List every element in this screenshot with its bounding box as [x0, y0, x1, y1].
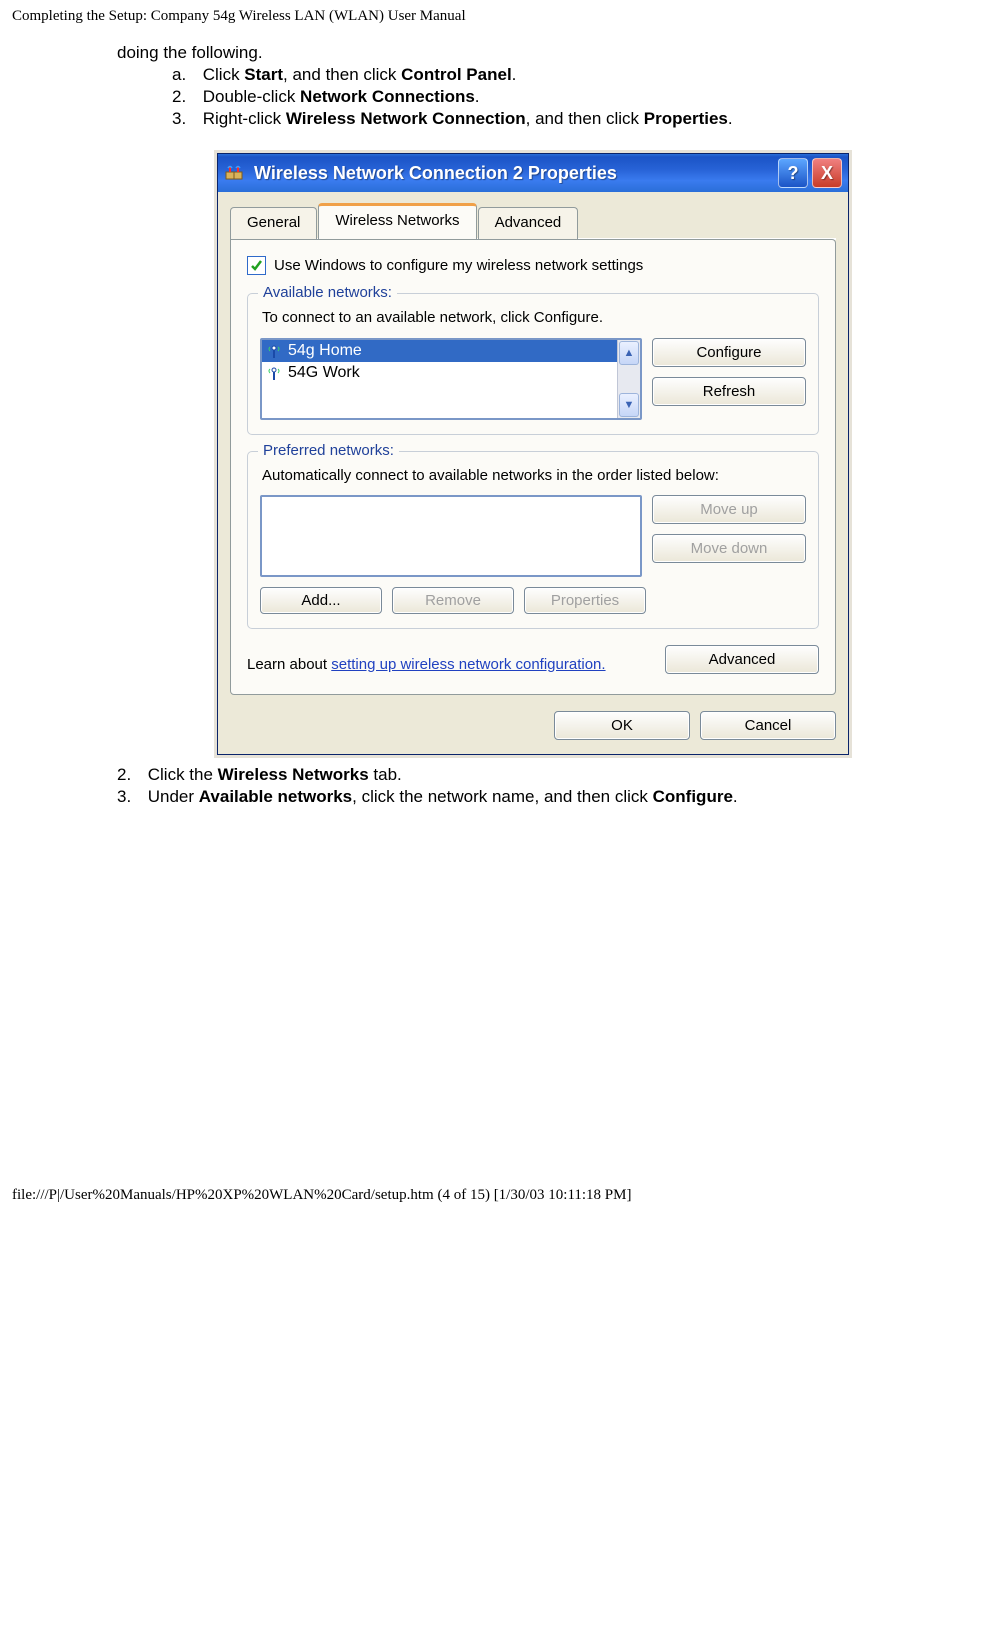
close-button[interactable]: X: [812, 158, 842, 188]
network-item[interactable]: 54G Work: [262, 362, 617, 384]
add-button[interactable]: Add...: [260, 587, 382, 614]
chevron-up-icon: ▲: [624, 347, 635, 359]
lead-text: doing the following.: [117, 43, 937, 63]
group-desc: To connect to an available network, clic…: [262, 308, 806, 328]
scroll-up-button[interactable]: ▲: [619, 341, 639, 365]
cancel-button[interactable]: Cancel: [700, 711, 836, 740]
help-icon: ?: [788, 163, 799, 184]
page-header: Completing the Setup: Company 54g Wirele…: [12, 8, 969, 25]
available-networks-group: Available networks: To connect to an ava…: [247, 293, 819, 435]
tab-page: Use Windows to configure my wireless net…: [230, 239, 836, 695]
check-icon: [250, 259, 263, 272]
list-item: 2. Click the Wireless Networks tab.: [117, 765, 937, 785]
remove-button[interactable]: Remove: [392, 587, 514, 614]
list-item: 3. Right-click Wireless Network Connecti…: [172, 109, 937, 129]
group-legend: Preferred networks:: [258, 442, 399, 459]
network-name: 54G Work: [288, 364, 360, 382]
antenna-icon: [266, 365, 282, 381]
tab-strip: General Wireless Networks Advanced: [230, 202, 836, 240]
scroll-track[interactable]: [618, 366, 640, 392]
titlebar[interactable]: Wireless Network Connection 2 Properties…: [218, 154, 848, 192]
available-networks-list[interactable]: 54g Home 54G Work: [260, 338, 642, 420]
ok-button[interactable]: OK: [554, 711, 690, 740]
tab-advanced[interactable]: Advanced: [478, 207, 579, 239]
advanced-button[interactable]: Advanced: [665, 645, 819, 674]
steps-list-top: a. Click Start, and then click Control P…: [172, 65, 937, 129]
group-legend: Available networks:: [258, 284, 397, 301]
group-desc: Automatically connect to available netwo…: [262, 466, 806, 486]
learn-link[interactable]: setting up wireless network configuratio…: [331, 656, 605, 673]
list-item: 3. Under Available networks, click the n…: [117, 787, 937, 807]
tab-wireless-networks[interactable]: Wireless Networks: [318, 203, 476, 239]
antenna-icon: [266, 343, 282, 359]
list-item: a. Click Start, and then click Control P…: [172, 65, 937, 85]
footer-path: file:///P|/User%20Manuals/HP%20XP%20WLAN…: [12, 1187, 969, 1204]
chevron-down-icon: ▼: [624, 399, 635, 411]
scroll-down-button[interactable]: ▼: [619, 393, 639, 417]
tab-general[interactable]: General: [230, 207, 317, 239]
list-item: 2. Double-click Network Connections.: [172, 87, 937, 107]
close-icon: X: [821, 163, 833, 184]
scrollbar[interactable]: ▲ ▼: [617, 340, 640, 418]
move-down-button[interactable]: Move down: [652, 534, 806, 563]
use-windows-checkbox[interactable]: [247, 256, 266, 275]
properties-dialog: Wireless Network Connection 2 Properties…: [217, 153, 849, 755]
refresh-button[interactable]: Refresh: [652, 377, 806, 406]
dialog-title: Wireless Network Connection 2 Properties: [254, 163, 774, 184]
preferred-networks-group: Preferred networks: Automatically connec…: [247, 451, 819, 630]
configure-button[interactable]: Configure: [652, 338, 806, 367]
learn-text: Learn about setting up wireless network …: [247, 655, 606, 675]
network-item-selected[interactable]: 54g Home: [262, 340, 617, 362]
preferred-networks-list[interactable]: [260, 495, 642, 577]
help-button[interactable]: ?: [778, 158, 808, 188]
window-icon: [224, 162, 246, 184]
network-name: 54g Home: [288, 342, 362, 360]
steps-list-bottom: 2. Click the Wireless Networks tab. 3. U…: [117, 765, 937, 807]
use-windows-label: Use Windows to configure my wireless net…: [274, 257, 643, 274]
properties-button[interactable]: Properties: [524, 587, 646, 614]
move-up-button[interactable]: Move up: [652, 495, 806, 524]
